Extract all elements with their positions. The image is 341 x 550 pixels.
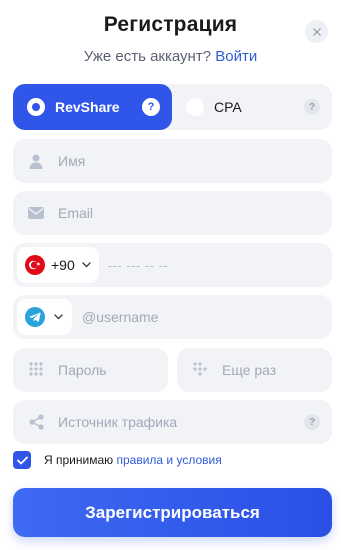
chevron-down-icon <box>54 314 63 320</box>
name-placeholder: Имя <box>58 153 86 169</box>
user-icon <box>28 153 44 169</box>
messenger-select[interactable] <box>17 299 72 335</box>
plan-option-cpa[interactable]: CPA ? <box>172 84 332 130</box>
plan-option-revshare[interactable]: RevShare ? <box>13 84 172 130</box>
password-placeholder: Пароль <box>58 362 107 378</box>
country-code: +90 <box>51 257 75 273</box>
telegram-icon <box>25 307 45 327</box>
help-icon[interactable]: ? <box>304 414 320 430</box>
close-button[interactable] <box>305 20 328 43</box>
phone-input[interactable]: --- --- -- -- <box>108 258 169 273</box>
plan-selector: RevShare ? CPA ? <box>13 84 332 130</box>
terms-checkbox[interactable] <box>13 451 31 469</box>
phone-field: +90 --- --- -- -- <box>13 243 332 287</box>
messenger-field: @username <box>13 295 332 339</box>
close-icon <box>312 27 321 36</box>
mail-icon <box>28 205 44 221</box>
keypad-icon <box>28 362 44 378</box>
email-placeholder: Email <box>58 205 94 221</box>
help-icon[interactable]: ? <box>142 98 160 116</box>
country-code-select[interactable]: +90 <box>17 247 99 283</box>
login-prompt: Уже есть аккаунт? Войти <box>0 48 341 65</box>
plan-option-label: CPA <box>214 99 242 115</box>
page-title: Регистрация <box>103 13 238 36</box>
email-field[interactable]: Email <box>13 191 332 235</box>
checkmark-icon <box>16 456 28 464</box>
password-repeat-placeholder: Еще раз <box>222 362 277 378</box>
register-button[interactable]: Зарегистрироваться <box>13 488 332 537</box>
share-icon <box>28 414 44 430</box>
traffic-source-placeholder: Источник трафика <box>58 414 178 430</box>
plan-option-label: RevShare <box>55 99 120 115</box>
password-repeat-field[interactable]: Еще раз <box>177 348 332 392</box>
turkey-flag-icon <box>25 255 45 275</box>
terms-link[interactable]: правила и условия <box>116 453 221 467</box>
help-icon[interactable]: ? <box>304 99 320 115</box>
password-field[interactable]: Пароль <box>13 348 168 392</box>
traffic-source-field[interactable]: Источник трафика ? <box>13 400 332 444</box>
keypad-icon <box>192 362 208 378</box>
name-field[interactable]: Имя <box>13 139 332 183</box>
terms-prefix: Я принимаю <box>44 453 114 467</box>
username-input[interactable]: @username <box>82 309 158 325</box>
terms-text: Я принимаю правила и условия <box>44 453 222 467</box>
chevron-down-icon <box>82 262 91 268</box>
radio-selected-icon <box>27 98 45 116</box>
radio-unselected-icon <box>186 98 204 116</box>
login-prompt-text: Уже есть аккаунт? <box>83 48 212 65</box>
login-link[interactable]: Войти <box>215 48 257 65</box>
